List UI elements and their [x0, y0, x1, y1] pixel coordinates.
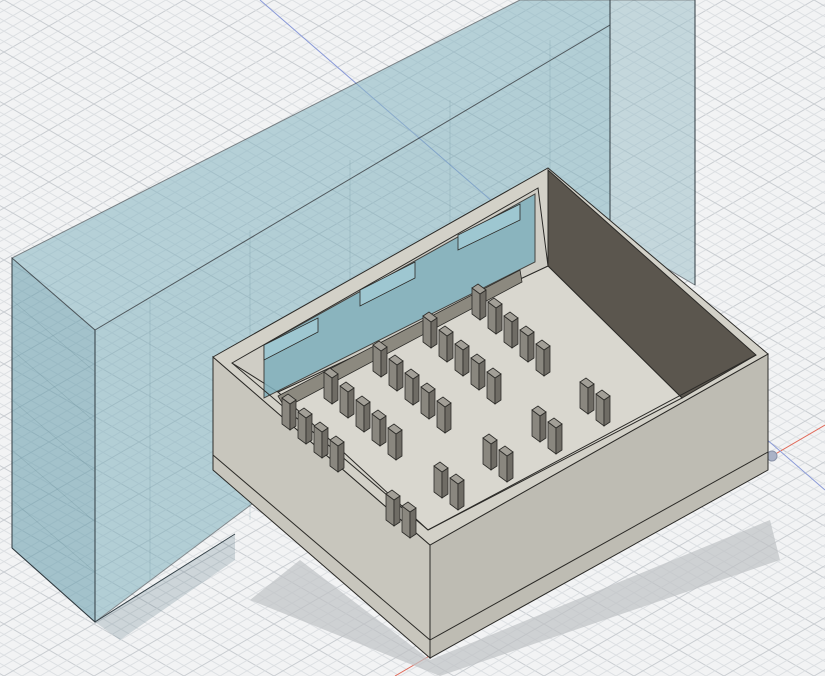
tray-clip [579, 377, 595, 415]
tray-clip [438, 325, 454, 363]
tray-clip [323, 367, 339, 405]
tray-clip [482, 433, 498, 471]
tray-clip [329, 435, 345, 473]
tray-clip [420, 382, 436, 420]
tray-clip [404, 368, 420, 406]
tray-clip [436, 396, 452, 434]
tray-clip [449, 473, 465, 511]
tray-clip [503, 311, 519, 349]
tray-clip [471, 283, 487, 321]
tray-clip [355, 395, 371, 433]
tray-clip [498, 445, 514, 483]
viewport-scene[interactable] [0, 0, 825, 676]
tray-clip [433, 461, 449, 499]
tray-clip [470, 353, 486, 391]
3d-viewport-canvas[interactable] [0, 0, 825, 676]
tray-clip [547, 417, 563, 455]
tray-clip [422, 311, 438, 349]
tray-clip [595, 389, 611, 427]
tray-clip [388, 354, 404, 392]
tray-clip [371, 409, 387, 447]
tray-clip [387, 423, 403, 461]
tray-clip [313, 421, 329, 459]
tray-clip [297, 407, 313, 445]
tray-clip [519, 325, 535, 363]
tray-clip [385, 489, 401, 527]
tray-clip [372, 340, 388, 378]
tray-clip [454, 339, 470, 377]
tray-clip [401, 501, 417, 539]
tray-clip [487, 297, 503, 335]
tray-clip [339, 381, 355, 419]
tray-clip [531, 405, 547, 443]
tray-clip [281, 393, 297, 431]
tray-clip [535, 339, 551, 377]
tray-clip [486, 367, 502, 405]
